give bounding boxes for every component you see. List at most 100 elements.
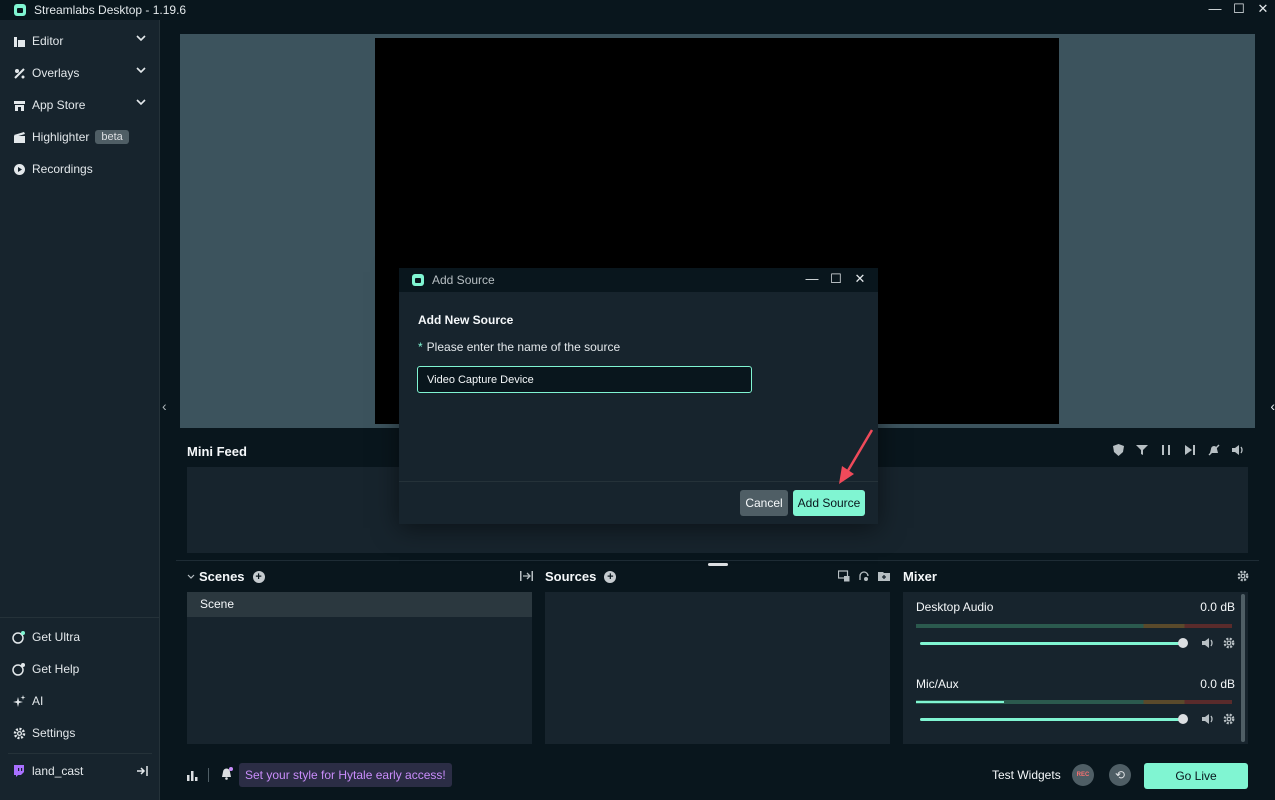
source-screen-icon[interactable] xyxy=(838,570,850,582)
mixer-channel-db: 0.0 dB xyxy=(1200,677,1235,691)
sidebar-item-app-store[interactable]: App Store xyxy=(0,89,160,121)
replay-buffer-icon[interactable]: ⟲ xyxy=(1109,764,1131,786)
footer-bar: Set your style for Hytale early access! … xyxy=(176,760,1259,796)
filter-icon[interactable] xyxy=(1135,443,1149,457)
sidebar-item-label: App Store xyxy=(32,98,86,112)
volume-slider[interactable] xyxy=(920,718,1182,721)
add-source-dialog: Add Source — ☐ ✕ Add New Source * Please … xyxy=(399,268,878,524)
record-button[interactable]: REC xyxy=(1072,764,1094,786)
add-folder-icon[interactable] xyxy=(878,570,890,582)
mixer-scrollbar[interactable] xyxy=(1241,594,1245,742)
editor-icon xyxy=(12,34,26,48)
sources-panel xyxy=(545,592,890,744)
sidebar-item-label: Editor xyxy=(32,34,64,48)
volume-icon[interactable] xyxy=(1231,443,1245,457)
stats-icon[interactable] xyxy=(186,769,199,781)
minimize-icon[interactable]: — xyxy=(1203,0,1227,20)
add-source-icon[interactable]: + xyxy=(604,570,617,583)
overlays-icon xyxy=(12,66,26,80)
sidebar-divider xyxy=(0,617,160,618)
minifeed-title: Mini Feed xyxy=(187,444,247,459)
sidebar-item-editor[interactable]: Editor xyxy=(0,25,160,57)
scene-transitions-icon[interactable] xyxy=(520,570,533,582)
skip-icon[interactable] xyxy=(1183,443,1197,457)
maximize-icon[interactable]: ☐ xyxy=(1227,0,1251,20)
account-item[interactable]: land_cast xyxy=(0,755,160,787)
help-icon xyxy=(12,662,26,676)
record-label: REC xyxy=(1076,772,1090,778)
sidebar-item-label: Overlays xyxy=(32,66,80,80)
footer-divider xyxy=(208,768,209,782)
sidebar-item-overlays[interactable]: Overlays xyxy=(0,57,160,89)
add-scene-icon[interactable]: + xyxy=(252,570,265,583)
volume-slider[interactable] xyxy=(920,642,1182,645)
sidebar-item-recordings[interactable]: Recordings xyxy=(0,153,160,185)
volume-icon[interactable] xyxy=(1202,713,1215,725)
volume-slider-knob[interactable] xyxy=(1178,714,1188,724)
store-icon xyxy=(12,98,26,112)
scene-item[interactable]: Scene xyxy=(187,592,532,617)
minimize-icon[interactable]: — xyxy=(800,268,824,292)
mixer-channel-name: Desktop Audio xyxy=(916,600,994,614)
sidebar-item-highlighter[interactable]: Highlighter beta xyxy=(0,121,160,153)
sparkle-icon xyxy=(12,694,26,708)
maximize-icon[interactable]: ☐ xyxy=(824,268,848,292)
gear-icon[interactable] xyxy=(1223,637,1235,649)
app-window: Streamlabs Desktop - 1.19.6 — ☐ ✕ Editor… xyxy=(0,0,1275,800)
chevron-down-icon xyxy=(136,67,146,74)
sidebar-item-settings[interactable]: Settings xyxy=(0,717,160,749)
mixer-title: Mixer xyxy=(903,569,937,584)
bell-icon[interactable] xyxy=(220,767,233,780)
sidebar-item-label: AI xyxy=(32,694,44,708)
mixer-header: Mixer xyxy=(903,569,937,584)
annotation-arrow-icon xyxy=(839,429,874,484)
mute-alerts-icon[interactable] xyxy=(1207,443,1221,457)
panel-divider xyxy=(176,560,1259,561)
close-icon[interactable]: ✕ xyxy=(1251,0,1275,20)
chevron-down-icon[interactable] xyxy=(187,573,195,581)
minifeed-toolbar xyxy=(1111,443,1245,457)
audio-meter xyxy=(916,624,1232,628)
volume-slider-knob[interactable] xyxy=(1178,638,1188,648)
twitch-icon xyxy=(12,764,26,778)
chevron-down-icon xyxy=(136,35,146,42)
promo-banner[interactable]: Set your style for Hytale early access! xyxy=(239,763,452,787)
dialog-window-controls: — ☐ ✕ xyxy=(800,268,872,292)
volume-icon[interactable] xyxy=(1202,637,1215,649)
add-source-button[interactable]: Add Source xyxy=(793,490,865,516)
sidebar-item-ai[interactable]: AI xyxy=(0,685,160,717)
window-title: Streamlabs Desktop - 1.19.6 xyxy=(34,3,187,17)
go-live-button[interactable]: Go Live xyxy=(1144,763,1248,789)
gear-icon[interactable] xyxy=(1223,713,1235,725)
scenes-panel: Scene xyxy=(187,592,532,744)
source-audio-icon[interactable] xyxy=(858,570,870,582)
sidebar-item-get-ultra[interactable]: Get Ultra xyxy=(0,621,160,653)
sidebar-item-label: Get Ultra xyxy=(32,630,81,644)
chevron-left-icon[interactable]: ‹ xyxy=(162,398,167,414)
sidebar-item-label: Get Help xyxy=(32,662,80,676)
dialog-heading: Add New Source xyxy=(418,313,514,327)
sidebar-item-get-help[interactable]: Get Help xyxy=(0,653,160,685)
streamlabs-logo-icon xyxy=(412,274,424,286)
gear-icon[interactable] xyxy=(1237,570,1249,582)
chevron-left-icon[interactable]: ‹ xyxy=(1270,398,1275,414)
sources-header: Sources + xyxy=(545,569,617,584)
play-circle-icon xyxy=(12,162,26,176)
source-name-label: * Please enter the name of the source xyxy=(418,340,620,354)
account-name: land_cast xyxy=(32,764,84,778)
scenes-title: Scenes xyxy=(199,569,245,584)
cancel-button[interactable]: Cancel xyxy=(740,490,788,516)
source-name-input[interactable] xyxy=(417,366,752,393)
chevron-down-icon xyxy=(136,99,146,106)
test-widgets-button[interactable]: Test Widgets xyxy=(992,768,1061,782)
mixer-channel-name: Mic/Aux xyxy=(916,677,959,691)
pause-icon[interactable] xyxy=(1159,443,1173,457)
gear-icon xyxy=(12,726,26,740)
sidebar: Editor Overlays App Store Highlighter be… xyxy=(0,20,160,800)
logout-icon[interactable] xyxy=(136,765,148,777)
resize-handle[interactable] xyxy=(708,563,728,566)
shield-icon[interactable] xyxy=(1111,443,1125,457)
title-bar: Streamlabs Desktop - 1.19.6 — ☐ ✕ xyxy=(0,0,1275,20)
close-icon[interactable]: ✕ xyxy=(848,268,872,292)
mixer-panel: Desktop Audio 0.0 dB Mic/Aux 0.0 dB xyxy=(903,592,1248,744)
